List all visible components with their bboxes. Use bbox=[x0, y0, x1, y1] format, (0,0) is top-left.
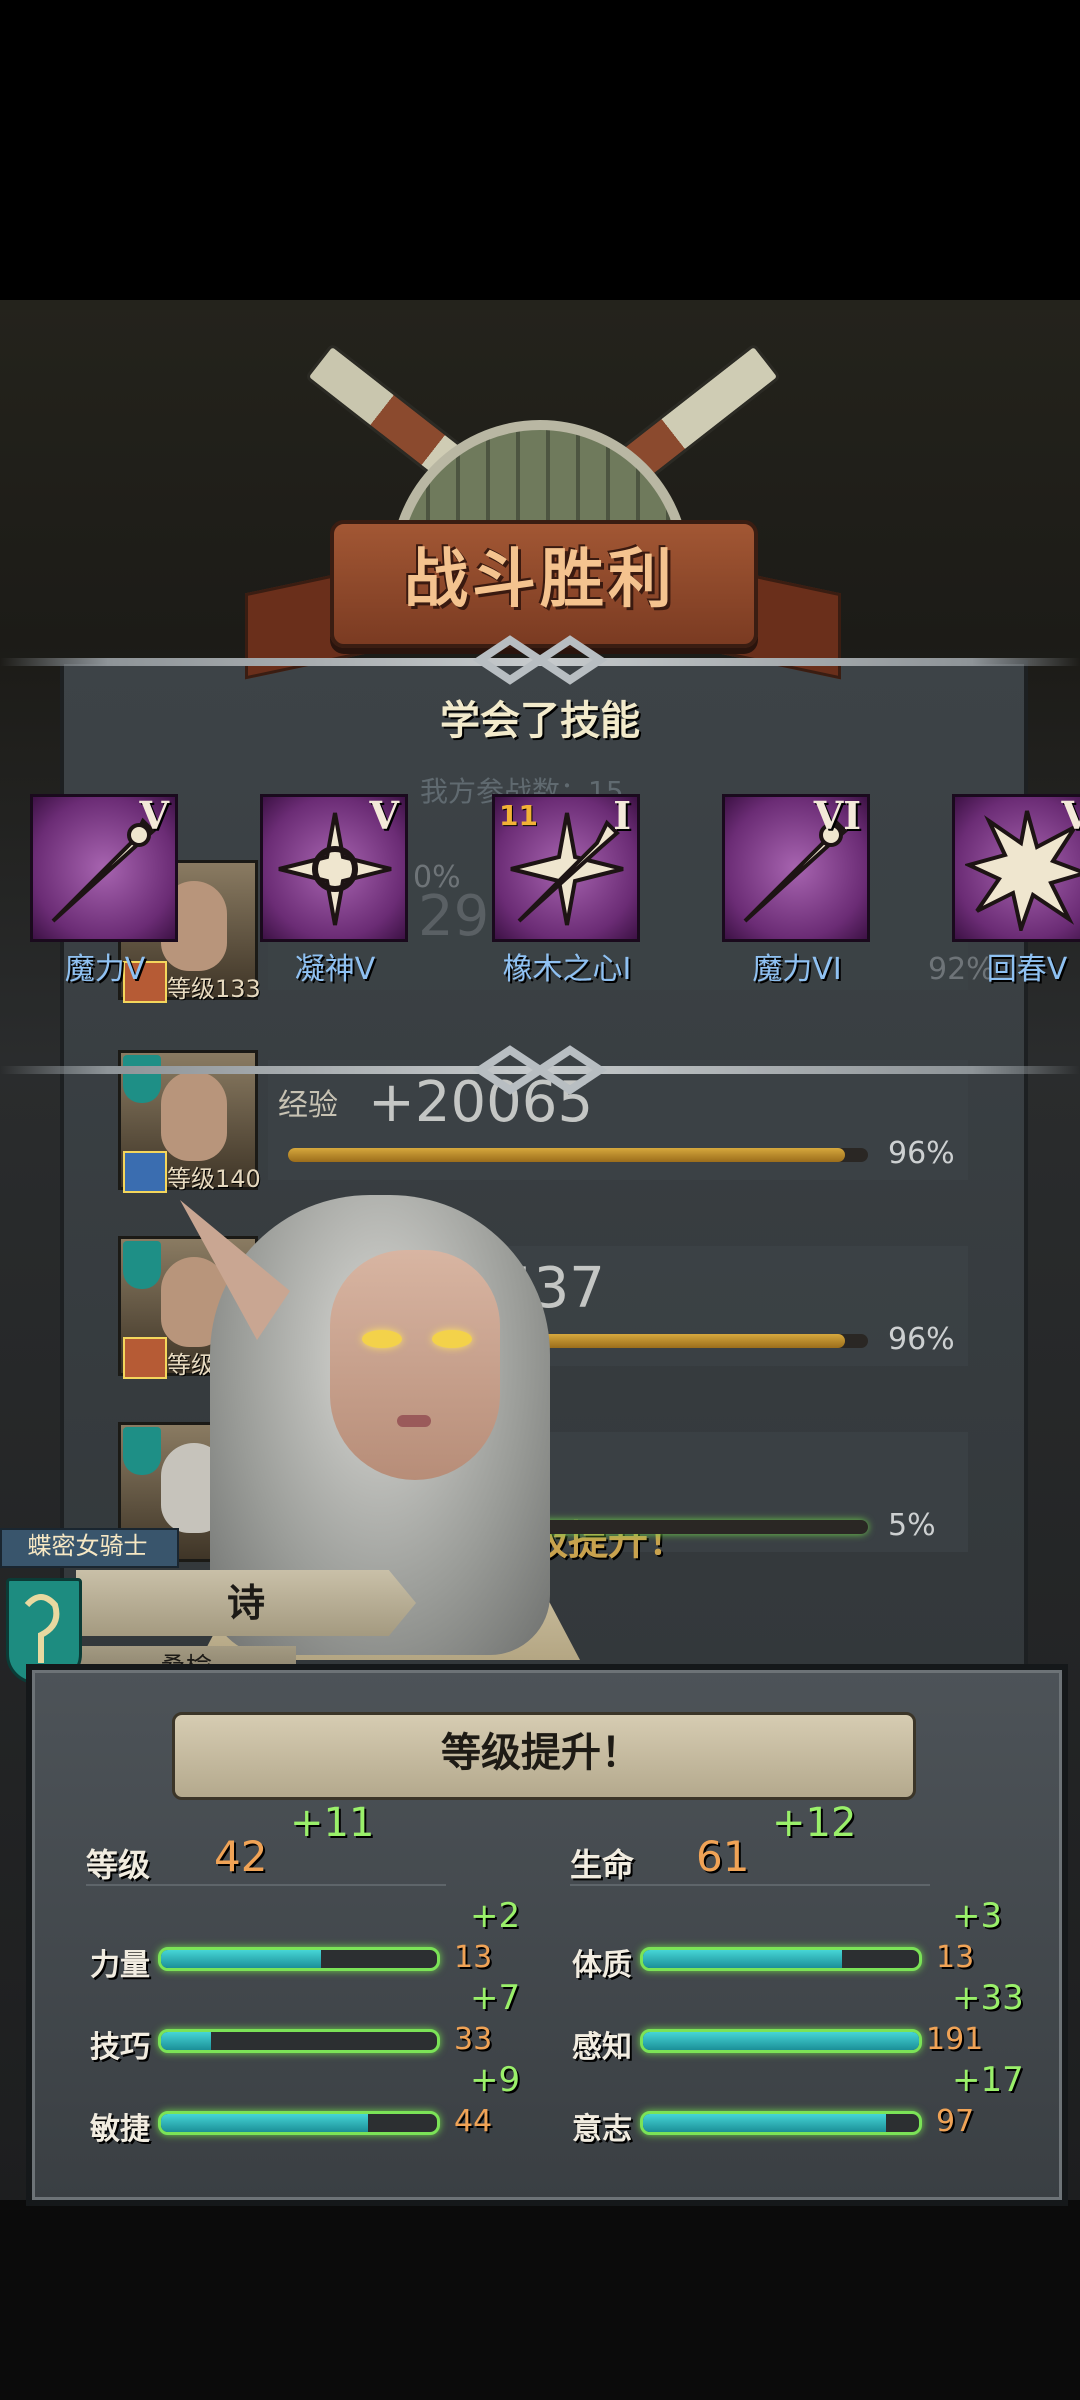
focus-cross-icon: V bbox=[260, 793, 408, 942]
character-name: 诗 bbox=[226, 1581, 265, 1625]
character-class: 蝶密女骑士 bbox=[27, 1532, 148, 1560]
skill-item[interactable]: V 魔力V bbox=[30, 793, 180, 987]
exp-percent: 96% bbox=[888, 1322, 955, 1357]
skill-name: 魔力V bbox=[64, 952, 146, 987]
burst-icon: V bbox=[952, 793, 1080, 942]
stat-gain: +9 bbox=[470, 2060, 521, 2100]
stat-label: 力量 bbox=[90, 1948, 150, 1983]
skill-name: 回春V bbox=[986, 952, 1068, 987]
skill-item[interactable]: V 凝神V bbox=[260, 793, 410, 987]
hero-level: 等级140 bbox=[167, 1165, 261, 1193]
stat-bar-fill bbox=[161, 1950, 322, 1968]
skill-rank: VI bbox=[813, 793, 861, 838]
character-lips bbox=[397, 1415, 431, 1427]
stat-value: 13 bbox=[936, 1940, 975, 1975]
stat-gain: +7 bbox=[470, 1978, 521, 2018]
level-up-title: 等级提升！ bbox=[441, 1730, 641, 1776]
exp-label: 经验 bbox=[278, 1088, 338, 1123]
skill-name: 橡木之心I bbox=[502, 952, 632, 987]
character-eye bbox=[362, 1330, 402, 1348]
character-eye bbox=[432, 1330, 472, 1348]
stat-label: 感知 bbox=[572, 2030, 632, 2065]
character-face bbox=[330, 1250, 500, 1480]
stat-value: 97 bbox=[936, 2104, 975, 2139]
stat-bar bbox=[640, 1947, 922, 1971]
stat-gain-hp: +12 bbox=[772, 1800, 857, 1846]
exp-bar-fill bbox=[288, 1148, 845, 1162]
skill-name: 凝神V bbox=[294, 952, 376, 987]
exp-value: 29 bbox=[418, 884, 490, 949]
skill-rank: V bbox=[369, 793, 399, 838]
victory-title: 战斗胜利 bbox=[404, 543, 676, 617]
stat-bar bbox=[640, 2111, 922, 2135]
stat-bar bbox=[158, 2111, 440, 2135]
stat-gain: +17 bbox=[952, 2060, 1024, 2100]
stat-bar-fill bbox=[161, 2114, 368, 2132]
stat-bar bbox=[158, 2029, 440, 2053]
knot-ornament-icon bbox=[460, 1040, 620, 1100]
stat-bar-fill bbox=[643, 2114, 886, 2132]
stat-label-hp: 生命 bbox=[570, 1846, 635, 1884]
skills-heading: 学会了技能 bbox=[440, 698, 640, 744]
stat-value-hp: 61 bbox=[696, 1832, 750, 1881]
stat-label: 意志 bbox=[572, 2112, 632, 2147]
skill-rank: V bbox=[1061, 793, 1080, 838]
stat-bar bbox=[640, 2029, 922, 2053]
bottom-shade bbox=[0, 2200, 1080, 2400]
stat-gain-level: +11 bbox=[290, 1800, 375, 1846]
skill-item[interactable]: 11 I 橡木之心I bbox=[492, 793, 642, 987]
stat-value: 191 bbox=[926, 2022, 984, 2057]
class-badge-icon bbox=[123, 1337, 167, 1379]
stat-value: 33 bbox=[454, 2022, 493, 2057]
stat-value: 13 bbox=[454, 1940, 493, 1975]
stat-label: 技巧 bbox=[90, 2030, 150, 2065]
skill-rank: V bbox=[139, 793, 169, 838]
skill-badge: 11 bbox=[499, 799, 538, 832]
class-badge-icon bbox=[123, 1151, 167, 1193]
knot-ornament-icon bbox=[460, 630, 620, 690]
stat-label-level: 等级 bbox=[86, 1846, 151, 1884]
skill-item[interactable]: V 回春V bbox=[952, 793, 1080, 987]
stat-gain: +33 bbox=[952, 1978, 1024, 2018]
stat-value-level: 42 bbox=[214, 1832, 268, 1881]
stat-label: 体质 bbox=[572, 1948, 632, 1983]
level-up-ghost-text: 级提升！ bbox=[528, 1518, 688, 1564]
stat-bar bbox=[158, 1947, 440, 1971]
skill-name: 魔力VI bbox=[752, 952, 842, 987]
stat-gain: +3 bbox=[952, 1896, 1003, 1936]
skill-item[interactable]: VI 魔力VI bbox=[722, 793, 872, 987]
oak-heart-icon: 11 I bbox=[492, 793, 640, 942]
staff-icon: VI bbox=[722, 793, 870, 942]
exp-percent: 5% bbox=[888, 1508, 936, 1543]
stat-label: 敏捷 bbox=[90, 2112, 150, 2147]
stat-gain: +2 bbox=[470, 1896, 521, 1936]
skill-rank: I bbox=[613, 793, 631, 838]
exp-bar bbox=[288, 1148, 868, 1162]
stat-value: 44 bbox=[454, 2104, 493, 2139]
exp-percent: 96% bbox=[888, 1136, 955, 1171]
stat-bar-fill bbox=[161, 2032, 211, 2050]
stat-bar-fill bbox=[643, 2032, 919, 2050]
staff-icon: V bbox=[30, 793, 178, 942]
stat-bar-fill bbox=[643, 1950, 842, 1968]
